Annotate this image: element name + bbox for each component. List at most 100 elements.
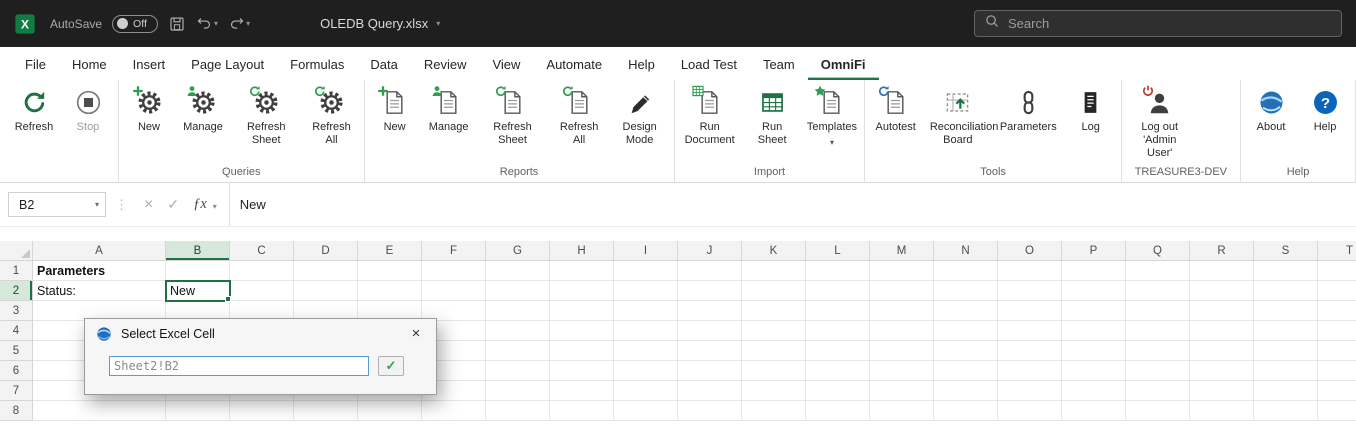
cell-K6[interactable] [742, 361, 806, 381]
cell-P5[interactable] [1062, 341, 1126, 361]
cell-T2[interactable] [1318, 281, 1356, 301]
cancel-icon[interactable]: × [144, 196, 153, 214]
cell-C8[interactable] [230, 401, 294, 421]
cell-N6[interactable] [934, 361, 998, 381]
cell-K4[interactable] [742, 321, 806, 341]
cell-T3[interactable] [1318, 301, 1356, 321]
cell-reference-input[interactable] [109, 356, 369, 376]
chevron-down-icon[interactable]: ▾ [95, 200, 99, 209]
row-header-2[interactable]: 2 [0, 281, 33, 301]
tab-insert[interactable]: Insert [120, 50, 179, 80]
cell-H4[interactable] [550, 321, 614, 341]
cell-B8[interactable] [166, 401, 230, 421]
design-mode-button[interactable]: Design Mode [609, 83, 671, 149]
cell-G1[interactable] [486, 261, 550, 281]
refresh-sheet-button[interactable]: Refresh Sheet [476, 83, 550, 149]
cell-J5[interactable] [678, 341, 742, 361]
cell-J4[interactable] [678, 321, 742, 341]
cell-Q3[interactable] [1126, 301, 1190, 321]
cell-D1[interactable] [294, 261, 358, 281]
cell-T7[interactable] [1318, 381, 1356, 401]
cell-F2[interactable] [422, 281, 486, 301]
cell-R2[interactable] [1190, 281, 1254, 301]
cell-S2[interactable] [1254, 281, 1318, 301]
cell-K7[interactable] [742, 381, 806, 401]
enter-check-icon[interactable]: ✓ [167, 196, 179, 213]
dialog-titlebar[interactable]: Select Excel Cell × [85, 319, 436, 348]
cell-O3[interactable] [998, 301, 1062, 321]
cell-A8[interactable] [33, 401, 166, 421]
chevron-down-icon[interactable]: ▾ [436, 19, 440, 28]
refresh-button[interactable]: Refresh [7, 83, 61, 136]
cell-O6[interactable] [998, 361, 1062, 381]
cell-T4[interactable] [1318, 321, 1356, 341]
refresh-sheet-button[interactable]: Refresh Sheet [230, 83, 302, 149]
column-header-A[interactable]: A [33, 241, 166, 261]
cell-F8[interactable] [422, 401, 486, 421]
cell-E2[interactable] [358, 281, 422, 301]
cell-Q6[interactable] [1126, 361, 1190, 381]
cell-O2[interactable] [998, 281, 1062, 301]
tab-review[interactable]: Review [411, 50, 480, 80]
column-header-M[interactable]: M [870, 241, 934, 261]
tab-view[interactable]: View [479, 50, 533, 80]
cell-D2[interactable] [294, 281, 358, 301]
tab-formulas[interactable]: Formulas [277, 50, 357, 80]
cell-M2[interactable] [870, 281, 934, 301]
cell-S6[interactable] [1254, 361, 1318, 381]
cell-O7[interactable] [998, 381, 1062, 401]
cell-O5[interactable] [998, 341, 1062, 361]
cell-G7[interactable] [486, 381, 550, 401]
manage-button[interactable]: Manage [176, 83, 230, 136]
cell-R6[interactable] [1190, 361, 1254, 381]
column-header-S[interactable]: S [1254, 241, 1318, 261]
tab-load-test[interactable]: Load Test [668, 50, 750, 80]
cell-K5[interactable] [742, 341, 806, 361]
cell-A2[interactable]: Status: [33, 281, 166, 301]
column-header-J[interactable]: J [678, 241, 742, 261]
cell-I4[interactable] [614, 321, 678, 341]
tab-omnifi[interactable]: OmniFi [808, 50, 879, 80]
cell-H8[interactable] [550, 401, 614, 421]
cell-M7[interactable] [870, 381, 934, 401]
cell-P6[interactable] [1062, 361, 1126, 381]
run-document-button[interactable]: Run Document [678, 83, 742, 149]
cell-J7[interactable] [678, 381, 742, 401]
cell-Q2[interactable] [1126, 281, 1190, 301]
name-box[interactable]: B2 ▾ [8, 192, 106, 217]
cell-P2[interactable] [1062, 281, 1126, 301]
cell-K8[interactable] [742, 401, 806, 421]
cell-G5[interactable] [486, 341, 550, 361]
cell-N1[interactable] [934, 261, 998, 281]
cell-J2[interactable] [678, 281, 742, 301]
cell-R5[interactable] [1190, 341, 1254, 361]
tab-help[interactable]: Help [615, 50, 668, 80]
column-header-P[interactable]: P [1062, 241, 1126, 261]
autotest-button[interactable]: Autotest [868, 83, 922, 136]
cell-F1[interactable] [422, 261, 486, 281]
row-header-7[interactable]: 7 [0, 381, 33, 401]
cell-L4[interactable] [806, 321, 870, 341]
column-header-E[interactable]: E [358, 241, 422, 261]
column-header-N[interactable]: N [934, 241, 998, 261]
cell-S5[interactable] [1254, 341, 1318, 361]
cell-I1[interactable] [614, 261, 678, 281]
about-button[interactable]: About [1244, 83, 1298, 136]
cell-H2[interactable] [550, 281, 614, 301]
chevron-down-icon[interactable]: ▾ [246, 19, 250, 28]
cell-I5[interactable] [614, 341, 678, 361]
cell-H5[interactable] [550, 341, 614, 361]
new-button[interactable]: New [122, 83, 176, 136]
cell-L7[interactable] [806, 381, 870, 401]
cell-R3[interactable] [1190, 301, 1254, 321]
cell-P1[interactable] [1062, 261, 1126, 281]
cell-A1[interactable]: Parameters [33, 261, 166, 281]
insert-function-icon[interactable]: ƒx [193, 196, 207, 213]
cell-C2[interactable] [230, 281, 294, 301]
cell-E8[interactable] [358, 401, 422, 421]
select-all-corner[interactable] [0, 241, 33, 261]
cell-M6[interactable] [870, 361, 934, 381]
cell-H3[interactable] [550, 301, 614, 321]
cell-M4[interactable] [870, 321, 934, 341]
tab-automate[interactable]: Automate [533, 50, 615, 80]
